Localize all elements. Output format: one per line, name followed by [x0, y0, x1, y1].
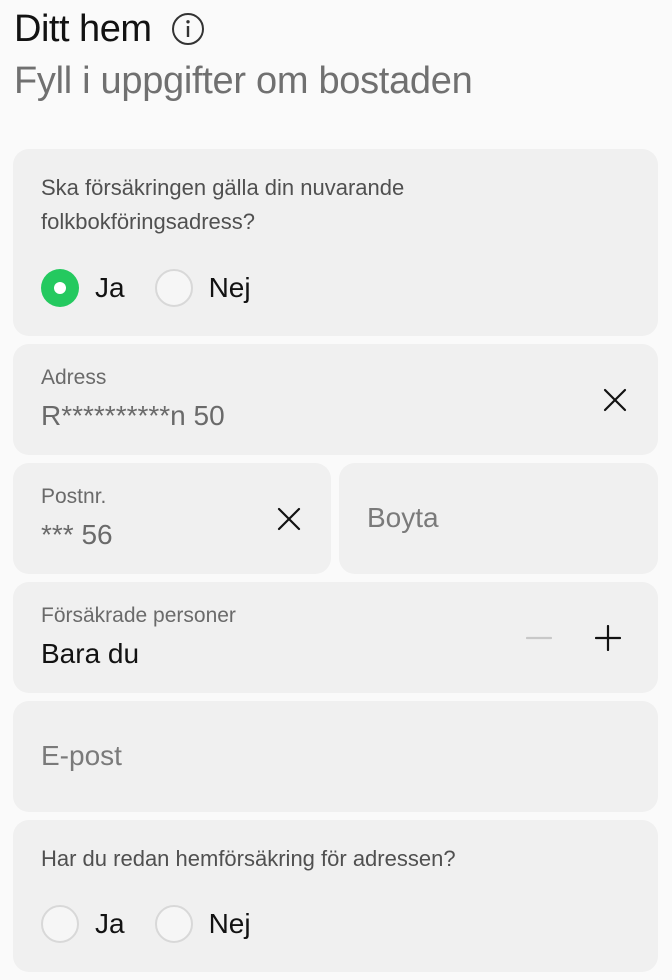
living-area-field[interactable]: Boyta [339, 463, 658, 574]
registered-address-yes-option[interactable]: Ja [41, 269, 125, 307]
increment-persons-icon[interactable] [590, 620, 626, 656]
insured-persons-value: Bara du [41, 638, 140, 669]
existing-insurance-card: Har du redan hemförsäkring för adressen?… [13, 820, 658, 972]
radio-label-no: Nej [208, 908, 251, 939]
email-field[interactable]: E-post [13, 701, 658, 812]
postal-code-value[interactable]: *** 56 [41, 519, 113, 551]
address-value[interactable]: R**********n 50 [41, 400, 225, 432]
address-label: Adress [41, 366, 107, 389]
address-field[interactable]: Adress R**********n 50 [13, 344, 658, 455]
radio-label-no: Nej [208, 272, 251, 303]
existing-insurance-no-option[interactable]: Nej [154, 905, 251, 943]
clear-address-icon[interactable] [597, 382, 633, 418]
postal-code-label: Postnr. [41, 485, 107, 508]
title-row: Ditt hem [14, 0, 658, 58]
existing-insurance-radio-group: Ja Nej [41, 905, 281, 943]
postal-code-field[interactable]: Postnr. *** 56 [13, 463, 331, 574]
radio-label-yes: Ja [95, 272, 125, 303]
clear-postal-code-icon[interactable] [271, 501, 307, 537]
page-header: Ditt hem Fyll i uppgifter om bostaden [14, 0, 658, 104]
registered-address-card: Ska försäkringen gälla din nuvarande fol… [13, 149, 658, 336]
radio-checked-icon[interactable] [41, 269, 79, 307]
decrement-persons-icon[interactable] [521, 620, 557, 656]
registered-address-radio-group: Ja Nej [41, 269, 281, 307]
info-icon[interactable] [171, 12, 205, 46]
existing-insurance-question: Har du redan hemförsäkring för adressen? [41, 846, 456, 871]
question-line-2: folkbokföringsadress? [41, 209, 256, 234]
insured-persons-label: Försäkrade personer [41, 604, 236, 627]
email-placeholder: E-post [41, 740, 122, 771]
registered-address-no-option[interactable]: Nej [154, 269, 251, 307]
radio-unchecked-icon[interactable] [41, 905, 79, 943]
registered-address-question: Ska försäkringen gälla din nuvarande fol… [41, 171, 404, 239]
radio-unchecked-icon[interactable] [154, 269, 193, 307]
existing-insurance-yes-option[interactable]: Ja [41, 905, 125, 943]
insured-persons-field: Försäkrade personer Bara du [13, 582, 658, 693]
radio-unchecked-icon[interactable] [154, 905, 193, 943]
page-subtitle: Fyll i uppgifter om bostaden [14, 60, 473, 102]
radio-label-yes: Ja [95, 908, 125, 939]
living-area-placeholder: Boyta [367, 502, 439, 533]
page-title: Ditt hem [14, 8, 152, 50]
question-line-1: Ska försäkringen gälla din nuvarande [41, 175, 405, 200]
